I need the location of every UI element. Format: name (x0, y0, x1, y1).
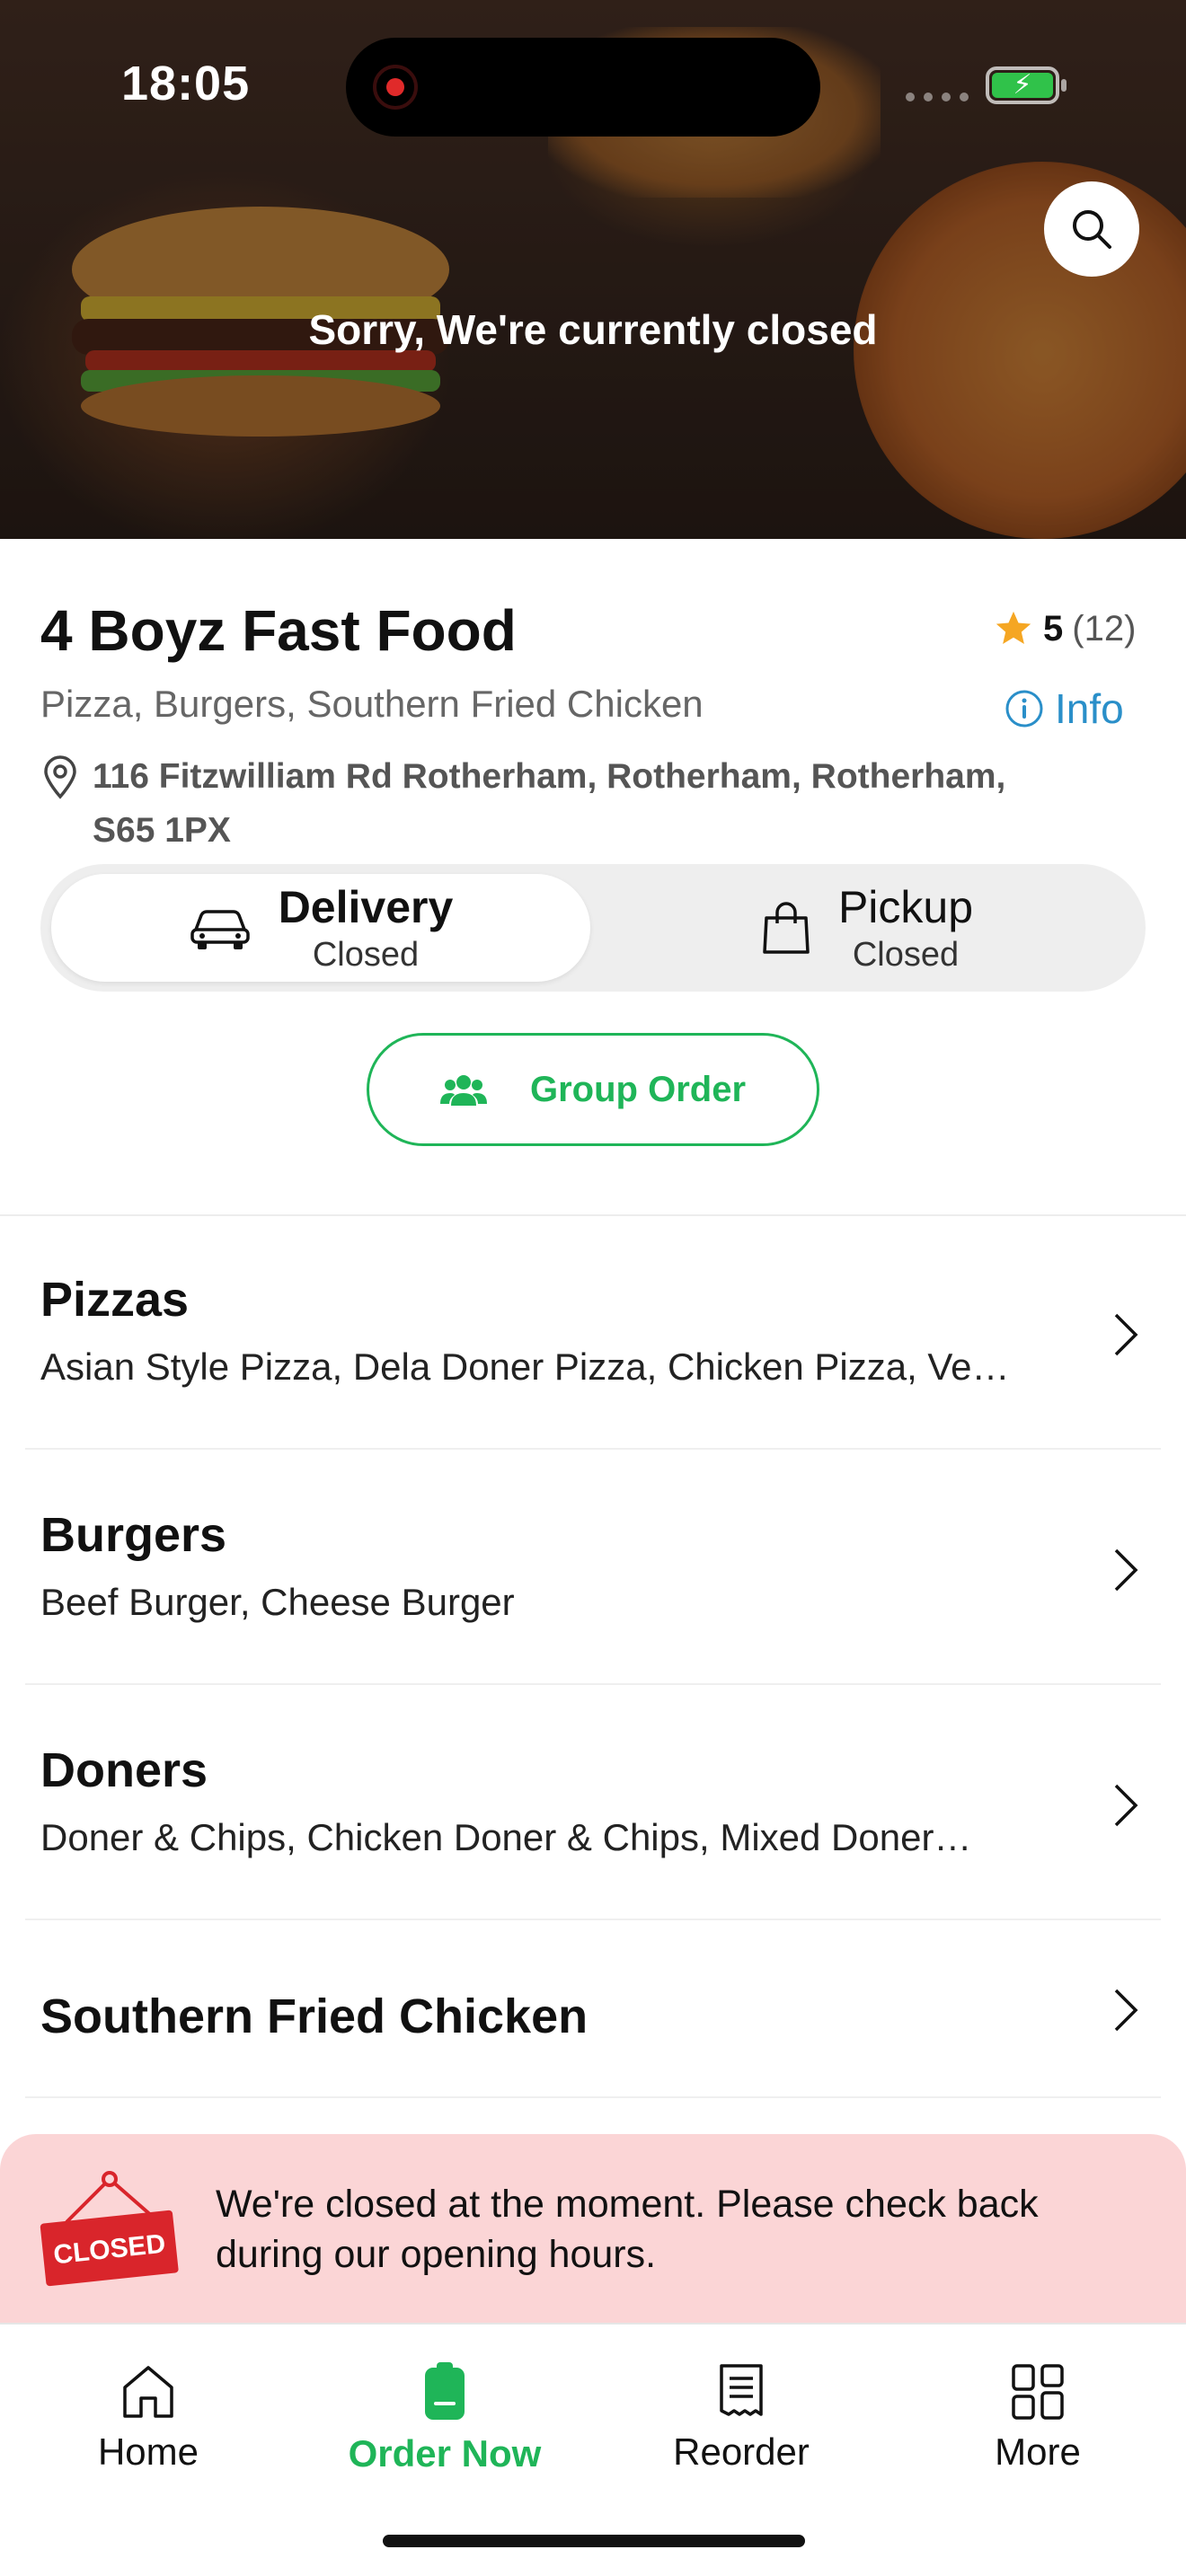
chevron-right-icon (1114, 1548, 1138, 1592)
category-name: Burgers (40, 1508, 227, 1562)
category-name: Southern Fried Chicken (40, 1989, 589, 2043)
signal-icon (906, 93, 969, 101)
order-icon (425, 2362, 465, 2420)
location-pin-icon (44, 755, 76, 799)
category-burgers[interactable]: Burgers Beef Burger, Cheese Burger (25, 1451, 1161, 1685)
chevron-right-icon (1114, 1989, 1138, 2032)
home-indicator[interactable] (383, 2535, 805, 2547)
chevron-right-icon (1114, 1784, 1138, 1827)
tab-label: Order Now (348, 2432, 542, 2475)
category-items: Asian Style Pizza, Dela Doner Pizza, Chi… (40, 1345, 1010, 1388)
battery-icon: ⚡ (986, 66, 1067, 104)
hero-banner: 18:05 ⚡ Sorry, We're currently closed (0, 0, 1186, 539)
search-icon (1073, 210, 1111, 249)
recording-icon (373, 65, 418, 110)
category-items: Beef Burger, Cheese Burger (40, 1581, 515, 1623)
order-mode-toggle: Delivery Closed Pickup Closed (40, 864, 1146, 992)
tab-more[interactable]: More (890, 2362, 1186, 2474)
delivery-option[interactable]: Delivery Closed (51, 874, 590, 982)
home-icon (123, 2366, 173, 2418)
pickup-status: Closed (852, 936, 960, 974)
tab-label: Reorder (673, 2430, 810, 2473)
rating-count: (12) (1072, 608, 1137, 648)
group-order-label: Group Order (529, 1069, 747, 1109)
status-time: 18:05 (121, 57, 251, 110)
category-doners[interactable]: Doners Doner & Chips, Chicken Doner & Ch… (25, 1687, 1161, 1920)
category-name: Doners (40, 1743, 208, 1797)
search-button[interactable] (1044, 181, 1139, 277)
tab-label: More (995, 2430, 1081, 2473)
info-icon (1005, 690, 1043, 728)
restaurant-name: 4 Boyz Fast Food (40, 598, 517, 663)
tab-order-now[interactable]: Order Now (296, 2362, 593, 2475)
rating-score: 5 (1043, 608, 1064, 648)
dynamic-island (346, 38, 820, 137)
chevron-right-icon (1114, 1313, 1138, 1356)
closed-banner: CLOSED We're closed at the moment. Pleas… (0, 2134, 1186, 2323)
tab-label: Home (97, 2430, 199, 2473)
address-line-1: 116 Fitzwilliam Rd Rotherham, Rotherham,… (93, 757, 1006, 796)
pickup-label: Pickup (837, 882, 974, 932)
info-link[interactable]: Info (1005, 684, 1124, 733)
category-pizzas[interactable]: Pizzas Asian Style Pizza, Dela Doner Piz… (25, 1218, 1161, 1450)
section-divider (0, 1214, 1186, 1216)
tab-reorder[interactable]: Reorder (593, 2362, 890, 2474)
shopping-bag-icon (763, 902, 810, 954)
receipt-icon (720, 2364, 763, 2416)
closed-message: We're closed at the moment. Please check… (216, 2183, 1039, 2276)
tab-home[interactable]: Home (0, 2362, 296, 2474)
group-order-button[interactable]: Group Order (367, 1033, 819, 1146)
car-icon (190, 910, 250, 949)
pickup-option[interactable]: Pickup Closed (597, 874, 1137, 982)
rating: 5 (12) (993, 608, 1136, 649)
category-southern-fried-chicken[interactable]: Southern Fried Chicken (25, 1922, 1161, 2098)
closed-sign-icon: CLOSED (40, 2171, 179, 2287)
delivery-status: Closed (312, 936, 420, 974)
category-items: Doner & Chips, Chicken Doner & Chips, Mi… (40, 1816, 972, 1858)
address-line-2: S65 1PX (93, 811, 231, 850)
cuisines: Pizza, Burgers, Southern Fried Chicken (40, 683, 704, 725)
star-icon (996, 611, 1031, 645)
category-name: Pizzas (40, 1273, 190, 1327)
group-icon (439, 1075, 487, 1106)
info-label: Info (1055, 685, 1124, 732)
address: 116 Fitzwilliam Rd Rotherham, Rotherham,… (40, 750, 1119, 858)
grid-icon (1012, 2364, 1064, 2420)
delivery-label: Delivery (278, 882, 454, 932)
closed-notice: Sorry, We're currently closed (308, 306, 878, 353)
